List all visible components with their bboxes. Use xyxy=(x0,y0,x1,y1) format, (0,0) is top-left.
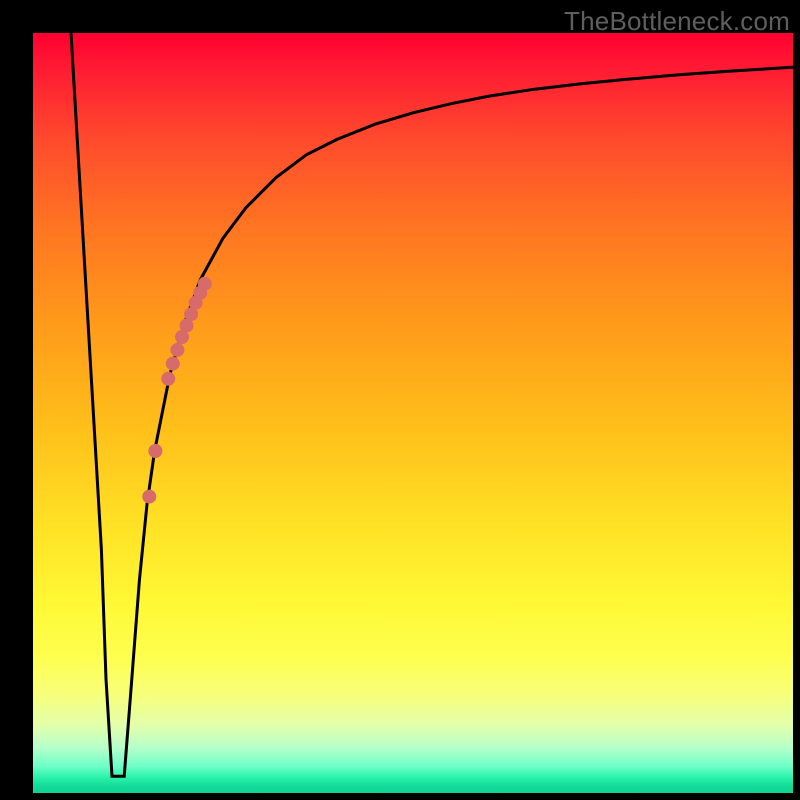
highlight-point xyxy=(170,343,184,357)
plot-area xyxy=(33,33,793,793)
watermark-text: TheBottleneck.com xyxy=(564,6,790,37)
highlight-point xyxy=(148,444,162,458)
highlight-point xyxy=(142,490,156,504)
chart-frame: TheBottleneck.com xyxy=(0,0,800,800)
bottleneck-curve-path xyxy=(71,33,793,776)
chart-svg xyxy=(33,33,793,793)
highlight-point xyxy=(166,357,180,371)
highlight-point xyxy=(161,372,175,386)
highlight-point xyxy=(198,277,212,291)
